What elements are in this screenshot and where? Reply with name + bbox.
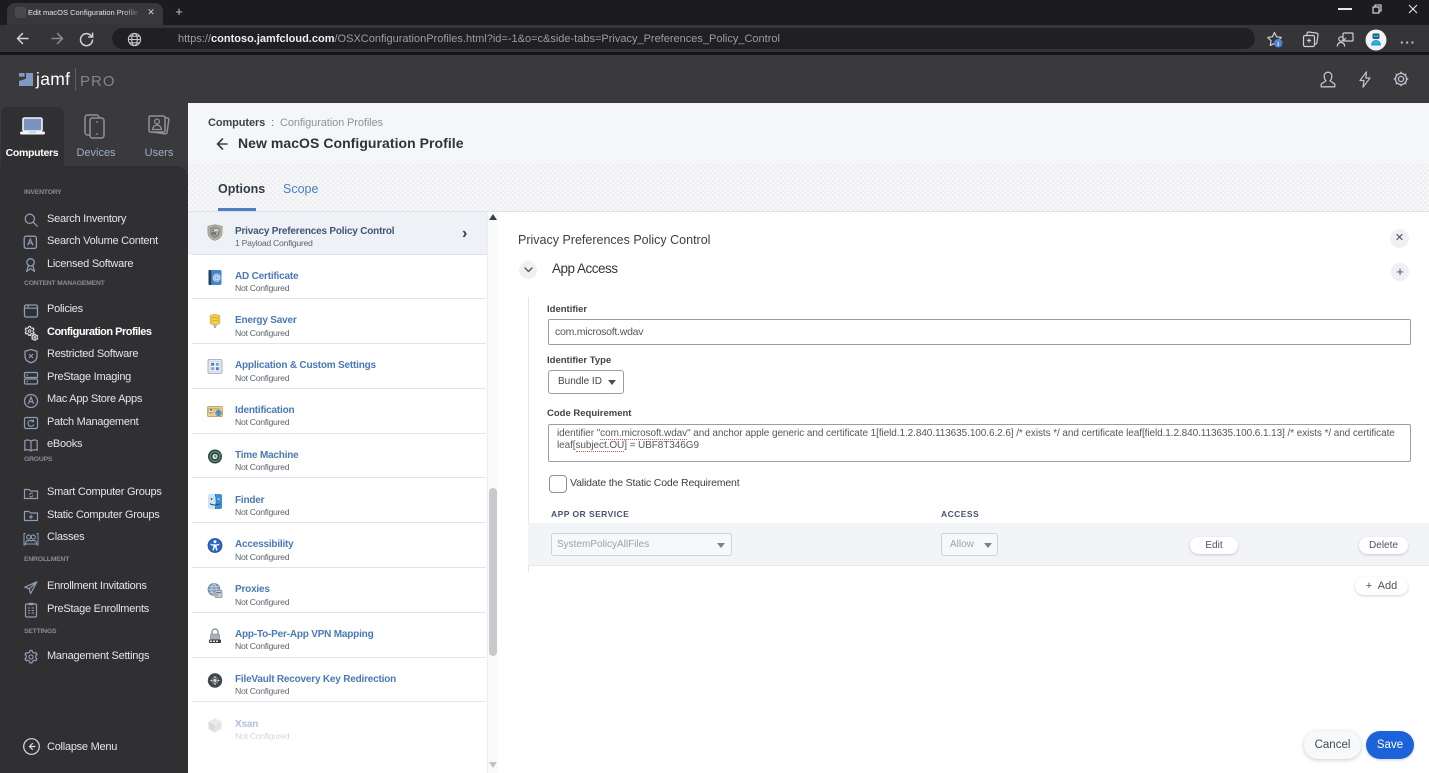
svg-text:i: i (1277, 41, 1279, 48)
svg-text:@: @ (213, 273, 221, 282)
